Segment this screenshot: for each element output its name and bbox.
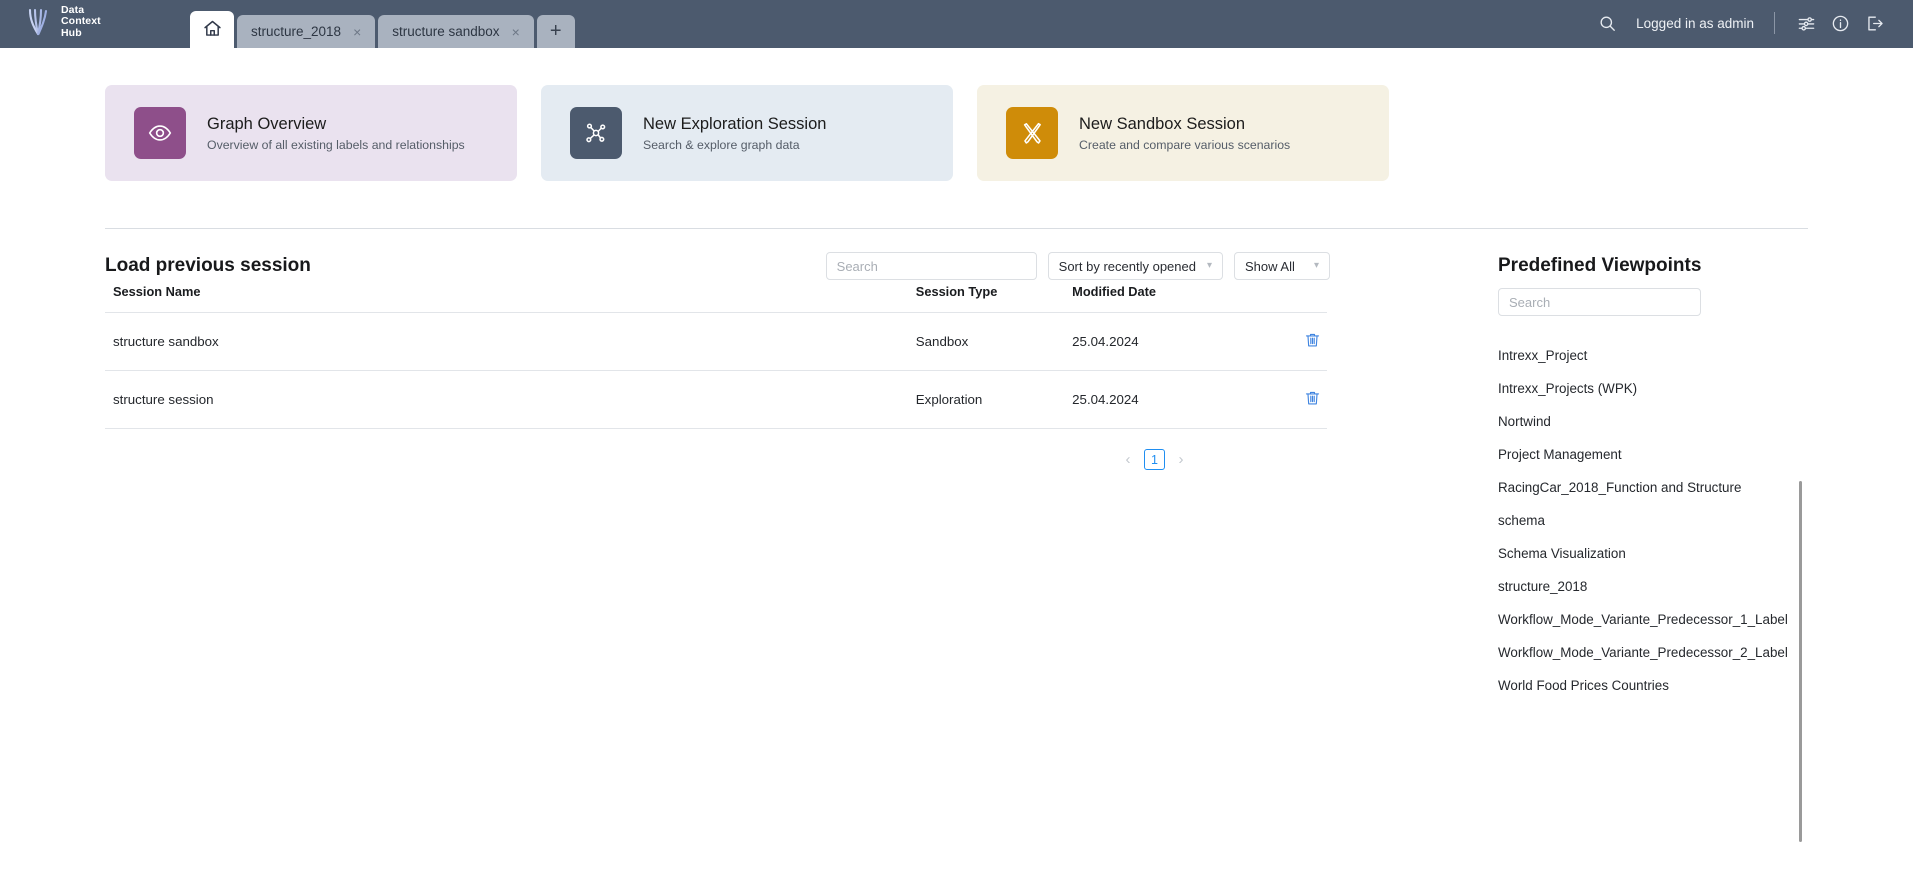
header-actions: Logged in as admin — [1590, 10, 1913, 48]
card-new-sandbox-session[interactable]: New Sandbox Session Create and compare v… — [977, 85, 1389, 181]
quick-action-cards: Graph Overview Overview of all existing … — [0, 48, 1913, 181]
sort-dropdown[interactable]: Sort by recently opened ▾ — [1047, 252, 1223, 280]
logo-wordmark: Data Context Hub — [61, 4, 101, 39]
table-row[interactable]: structure session Exploration 25.04.2024 — [105, 370, 1327, 429]
list-item[interactable]: Schema Visualization — [1498, 537, 1790, 570]
eye-icon — [134, 107, 186, 159]
design-tools-icon — [1006, 107, 1058, 159]
app-header: Data Context Hub structure_2018 × struct… — [0, 0, 1913, 48]
tab-structure-2018[interactable]: structure_2018 × — [237, 15, 376, 48]
list-item[interactable]: Intrexx_Projects (WPK) — [1498, 372, 1790, 405]
info-icon[interactable] — [1823, 10, 1857, 36]
logout-icon[interactable] — [1857, 10, 1891, 36]
filter-dropdown-label: Show All — [1245, 258, 1295, 274]
cell-actions — [1257, 370, 1327, 429]
viewpoints-title: Predefined Viewpoints — [1498, 255, 1702, 276]
sort-dropdown-label: Sort by recently opened — [1058, 258, 1196, 274]
card-subtitle: Search & explore graph data — [643, 137, 800, 152]
logo-line-1: Data — [61, 4, 85, 17]
sessions-table-head: Session Name Session Type Modified Date — [105, 284, 1327, 313]
trash-icon[interactable] — [1304, 331, 1327, 349]
app-logo[interactable]: Data Context Hub — [0, 4, 190, 48]
viewpoints-list: Intrexx_Project Intrexx_Projects (WPK) N… — [1498, 339, 1790, 702]
sliders-icon[interactable] — [1789, 10, 1823, 36]
card-subtitle: Overview of all existing labels and rela… — [207, 137, 465, 152]
pagination-next-button[interactable]: › — [1172, 451, 1190, 468]
tab-label: structure sandbox — [392, 24, 500, 39]
card-title: New Sandbox Session — [1079, 114, 1246, 133]
list-item[interactable]: World Food Prices Countries — [1498, 669, 1790, 702]
list-item[interactable]: Intrexx_Project — [1498, 339, 1790, 372]
main-content: Load previous session Sort by recently o… — [0, 229, 1913, 842]
filter-dropdown[interactable]: Show All ▾ — [1234, 252, 1330, 280]
tab-structure-sandbox[interactable]: structure sandbox × — [378, 15, 534, 48]
header-divider — [1774, 12, 1775, 34]
card-subtitle: Create and compare various scenarios — [1079, 137, 1291, 152]
cell-modified-date: 25.04.2024 — [1072, 312, 1258, 371]
home-icon — [202, 18, 223, 42]
viewpoints-scrollbar[interactable] — [1799, 481, 1802, 842]
table-row[interactable]: structure sandbox Sandbox 25.04.2024 — [105, 312, 1327, 371]
graph-nodes-icon — [570, 107, 622, 159]
cell-session-type: Sandbox — [915, 312, 1073, 371]
tab-close-icon[interactable]: × — [353, 25, 361, 39]
search-icon[interactable] — [1590, 10, 1624, 36]
load-previous-session-panel: Load previous session Sort by recently o… — [105, 229, 1330, 702]
card-title: New Exploration Session — [643, 114, 827, 133]
column-header-session-name[interactable]: Session Name — [105, 284, 916, 313]
tab-close-icon[interactable]: × — [512, 25, 520, 39]
list-item[interactable]: Project Management — [1498, 438, 1790, 471]
column-header-actions — [1257, 284, 1327, 313]
sessions-header: Load previous session Sort by recently o… — [105, 229, 1330, 280]
table-header-row: Session Name Session Type Modified Date — [105, 284, 1327, 313]
tab-bar: structure_2018 × structure sandbox × + — [190, 0, 575, 48]
list-item[interactable]: structure_2018 — [1498, 570, 1790, 603]
chevron-down-icon: ▾ — [1206, 260, 1212, 271]
pagination-prev-button[interactable]: ‹ — [1119, 451, 1137, 468]
tab-home[interactable] — [190, 11, 234, 48]
add-tab-button[interactable]: + — [536, 15, 575, 48]
list-item[interactable]: Nortwind — [1498, 405, 1790, 438]
pagination-page-1[interactable]: 1 — [1144, 449, 1165, 470]
column-header-session-type[interactable]: Session Type — [915, 284, 1073, 313]
list-item[interactable]: Workflow_Mode_Variante_Predecessor_1_Lab… — [1498, 603, 1790, 636]
cell-session-type: Exploration — [915, 370, 1073, 429]
data-context-hub-logo-icon — [26, 7, 54, 37]
page-title: Load previous session — [105, 255, 311, 276]
cell-session-name: structure session — [105, 370, 916, 429]
sessions-table-body: structure sandbox Sandbox 25.04.2024 str… — [105, 312, 1327, 429]
cell-actions — [1257, 312, 1327, 371]
session-search-input[interactable] — [825, 252, 1037, 280]
logo-line-2: Context — [61, 15, 101, 28]
list-item[interactable]: schema — [1498, 504, 1790, 537]
list-item[interactable]: Workflow_Mode_Variante_Predecessor_2_Lab… — [1498, 636, 1790, 669]
predefined-viewpoints-panel: Predefined Viewpoints Intrexx_Project In… — [1330, 229, 1802, 842]
list-item[interactable]: RacingCar_2018_Function and Structure — [1498, 471, 1790, 504]
logo-line-3: Hub — [61, 26, 82, 39]
sessions-table: Session Name Session Type Modified Date … — [105, 284, 1327, 429]
card-new-exploration-session[interactable]: New Exploration Session Search & explore… — [541, 85, 953, 181]
card-graph-overview[interactable]: Graph Overview Overview of all existing … — [105, 85, 517, 181]
cell-session-name: structure sandbox — [105, 312, 916, 371]
trash-icon[interactable] — [1304, 389, 1327, 407]
sessions-controls: Sort by recently opened ▾ Show All ▾ — [825, 252, 1330, 280]
user-status-label: Logged in as admin — [1636, 15, 1754, 31]
column-header-modified-date[interactable]: Modified Date — [1072, 284, 1258, 313]
viewpoints-header: Predefined Viewpoints — [1498, 229, 1790, 276]
card-title: Graph Overview — [207, 114, 327, 133]
cell-modified-date: 25.04.2024 — [1072, 370, 1258, 429]
tab-label: structure_2018 — [251, 24, 342, 39]
viewpoint-search-input[interactable] — [1498, 288, 1701, 316]
pagination: ‹ 1 › — [105, 449, 1330, 470]
chevron-down-icon: ▾ — [1313, 260, 1319, 271]
